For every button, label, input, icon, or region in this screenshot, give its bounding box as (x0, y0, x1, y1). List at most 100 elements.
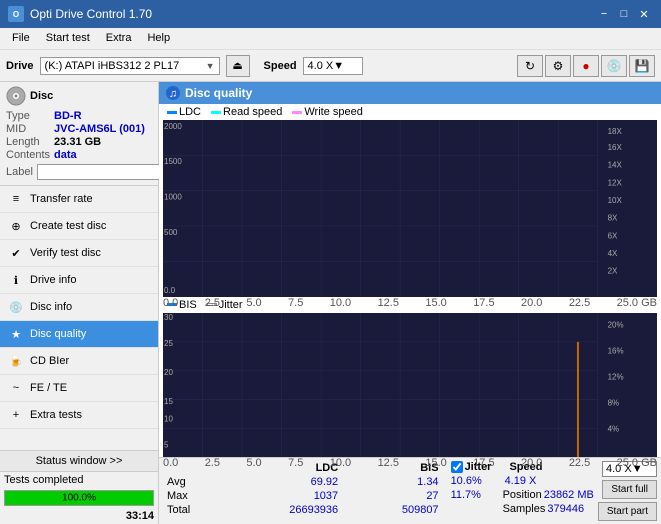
nav-disc-info[interactable]: 💿 Disc info (0, 294, 158, 321)
stats-row: LDC BIS Avg 69.92 1.34 Max 1037 (163, 461, 657, 521)
top-chart-legend: LDC Read speed Write speed (159, 104, 661, 120)
menu-start-test[interactable]: Start test (38, 30, 98, 47)
status-bottom: 33:14 (0, 508, 158, 524)
nav-cd-bier-label: CD BIer (30, 355, 150, 367)
nav-transfer-rate[interactable]: ≡ Transfer rate (0, 186, 158, 213)
x-label-175: 17.5 (473, 297, 494, 309)
max-jitter-val: 11.7% (451, 489, 491, 501)
right-controls: 4.0 X ▼ Start full Start part (598, 461, 657, 521)
menu-help[interactable]: Help (139, 30, 178, 47)
svg-text:12%: 12% (608, 372, 624, 381)
right-panel: ♫ Disc quality LDC Read speed Write spee… (159, 82, 661, 524)
bx-label-25: 2.5 (205, 457, 220, 469)
x-label-225: 22.5 (569, 297, 590, 309)
disc-header: Disc (6, 86, 152, 106)
nav-fe-te[interactable]: ~ FE / TE (0, 375, 158, 402)
svg-text:♫: ♫ (169, 88, 177, 100)
speed-value: 4.0 X (308, 60, 334, 72)
x-label-50: 5.0 (246, 297, 261, 309)
svg-text:2X: 2X (608, 267, 618, 276)
close-button[interactable]: ✕ (635, 5, 653, 23)
total-label: Total (163, 503, 223, 517)
menu-file[interactable]: File (4, 30, 38, 47)
label-row: Label ✎ (6, 163, 152, 181)
svg-text:16%: 16% (608, 346, 624, 355)
samples-empty (451, 503, 491, 515)
avg-row: Avg 69.92 1.34 (163, 475, 447, 489)
disc-info-icon: 💿 (8, 299, 24, 315)
samples-label: Samples (503, 503, 546, 515)
bx-label-75: 7.5 (288, 457, 303, 469)
progress-bar: 100.0% (4, 490, 154, 506)
x-label-25: 2.5 (205, 297, 220, 309)
drive-select-value: (K:) ATAPI iHBS312 2 PL17 (45, 60, 206, 72)
refresh-button[interactable]: ↻ (517, 55, 543, 77)
x-label-200: 20.0 (521, 297, 542, 309)
speed-selector[interactable]: 4.0 X ▼ (303, 57, 363, 75)
svg-text:10X: 10X (608, 196, 623, 205)
ldc-color (167, 111, 177, 114)
samples-display: Samples 379446 (503, 503, 585, 515)
nav-verify-test-disc[interactable]: ✔ Verify test disc (0, 240, 158, 267)
contents-value: data (54, 149, 152, 161)
start-full-button[interactable]: Start full (602, 480, 657, 499)
bx-label-250: 25.0 GB (617, 457, 657, 469)
eject-button[interactable]: ⏏ (226, 55, 250, 77)
samples-value: 379446 (547, 503, 584, 515)
toolbar-icons: ↻ ⚙ ● 💿 💾 (517, 55, 655, 77)
cd-bier-icon: 🍺 (8, 353, 24, 369)
svg-text:0.0: 0.0 (164, 286, 176, 295)
svg-text:12X: 12X (608, 178, 623, 187)
legend-write-speed: Write speed (292, 106, 363, 118)
drive-info-icon: ℹ (8, 272, 24, 288)
max-ldc: 1037 (223, 489, 347, 503)
nav-verify-test-disc-label: Verify test disc (30, 247, 150, 259)
bx-label-200: 20.0 (521, 457, 542, 469)
settings-button[interactable]: ⚙ (545, 55, 571, 77)
svg-text:20%: 20% (608, 320, 624, 329)
nav-disc-quality[interactable]: ★ Disc quality (0, 321, 158, 348)
avg-ldc: 69.92 (223, 475, 347, 489)
svg-text:5: 5 (164, 440, 169, 449)
nav-drive-info[interactable]: ℹ Drive info (0, 267, 158, 294)
bx-label-50: 5.0 (246, 457, 261, 469)
svg-text:25: 25 (164, 339, 173, 348)
transfer-rate-icon: ≡ (8, 191, 24, 207)
contents-label: Contents (6, 149, 50, 161)
x-label-100: 10.0 (330, 297, 351, 309)
legend-read-speed: Read speed (211, 106, 282, 118)
total-ldc: 26693936 (223, 503, 347, 517)
save-button[interactable]: 💾 (629, 55, 655, 77)
nav-extra-tests[interactable]: + Extra tests (0, 402, 158, 429)
color-button[interactable]: ● (573, 55, 599, 77)
menu-extra[interactable]: Extra (98, 30, 140, 47)
top-chart-section: LDC Read speed Write speed (159, 104, 661, 297)
nav-extra-tests-label: Extra tests (30, 409, 150, 421)
svg-text:14X: 14X (608, 161, 623, 170)
bottom-chart-x-labels: 0.0 2.5 5.0 7.5 10.0 12.5 15.0 17.5 20.0… (163, 457, 657, 469)
nav-fe-te-label: FE / TE (30, 382, 150, 394)
drive-selector[interactable]: (K:) ATAPI iHBS312 2 PL17 ▼ (40, 57, 220, 75)
top-chart-x-labels: 0.0 2.5 5.0 7.5 10.0 12.5 15.0 17.5 20.0… (163, 297, 657, 309)
stats-table: LDC BIS Avg 69.92 1.34 Max 1037 (163, 461, 447, 517)
start-part-button[interactable]: Start part (598, 502, 657, 521)
max-bis: 27 (346, 489, 446, 503)
svg-text:16X: 16X (608, 143, 623, 152)
minimize-button[interactable]: − (595, 5, 613, 23)
nav-cd-bier[interactable]: 🍺 CD BIer (0, 348, 158, 375)
main-layout: Disc Type BD-R MID JVC-AMS6L (001) Lengt… (0, 82, 661, 524)
read-speed-color (211, 111, 221, 114)
status-window-button[interactable]: Status window >> (0, 451, 158, 472)
nav-create-test-disc[interactable]: ⊕ Create test disc (0, 213, 158, 240)
disc-button[interactable]: 💿 (601, 55, 627, 77)
bx-label-175: 17.5 (473, 457, 494, 469)
bx-label-150: 15.0 (425, 457, 446, 469)
titlebar: O Opti Drive Control 1.70 − □ ✕ (0, 0, 661, 28)
maximize-button[interactable]: □ (615, 5, 633, 23)
position-value: 23862 MB (544, 489, 594, 501)
disc-info-grid: Type BD-R MID JVC-AMS6L (001) Length 23.… (6, 110, 152, 161)
nav-disc-quality-label: Disc quality (30, 328, 150, 340)
svg-text:4%: 4% (608, 424, 620, 433)
extra-tests-icon: + (8, 407, 24, 423)
legend-ldc: LDC (167, 106, 201, 118)
